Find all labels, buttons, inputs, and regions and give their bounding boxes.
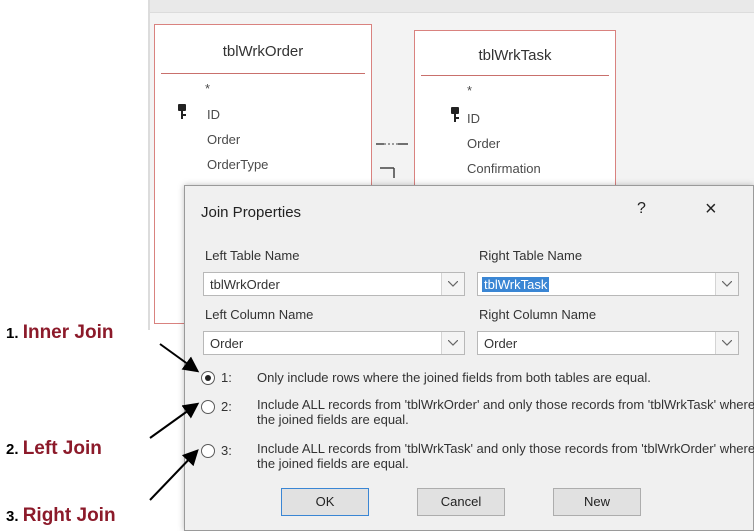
annotation-arrows — [149, 343, 200, 501]
arrow-inner-join — [159, 343, 200, 373]
arrow-left-join — [149, 402, 200, 439]
arrow-right-join — [149, 449, 199, 501]
